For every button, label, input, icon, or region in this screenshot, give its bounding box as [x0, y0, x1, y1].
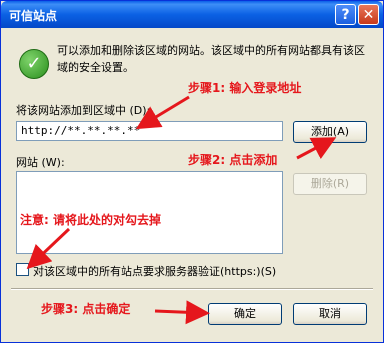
arrow-note	[26, 227, 71, 270]
arrow-step2	[296, 137, 337, 160]
arrow-step3	[154, 300, 210, 325]
annotation-arrows	[26, 95, 337, 325]
arrow-step1	[135, 95, 190, 130]
trusted-sites-dialog: 可信站点 ? ✕ ✓ 可以添加和删除该区域的网站。该区域中的所有网站都具有该区域…	[0, 0, 384, 343]
